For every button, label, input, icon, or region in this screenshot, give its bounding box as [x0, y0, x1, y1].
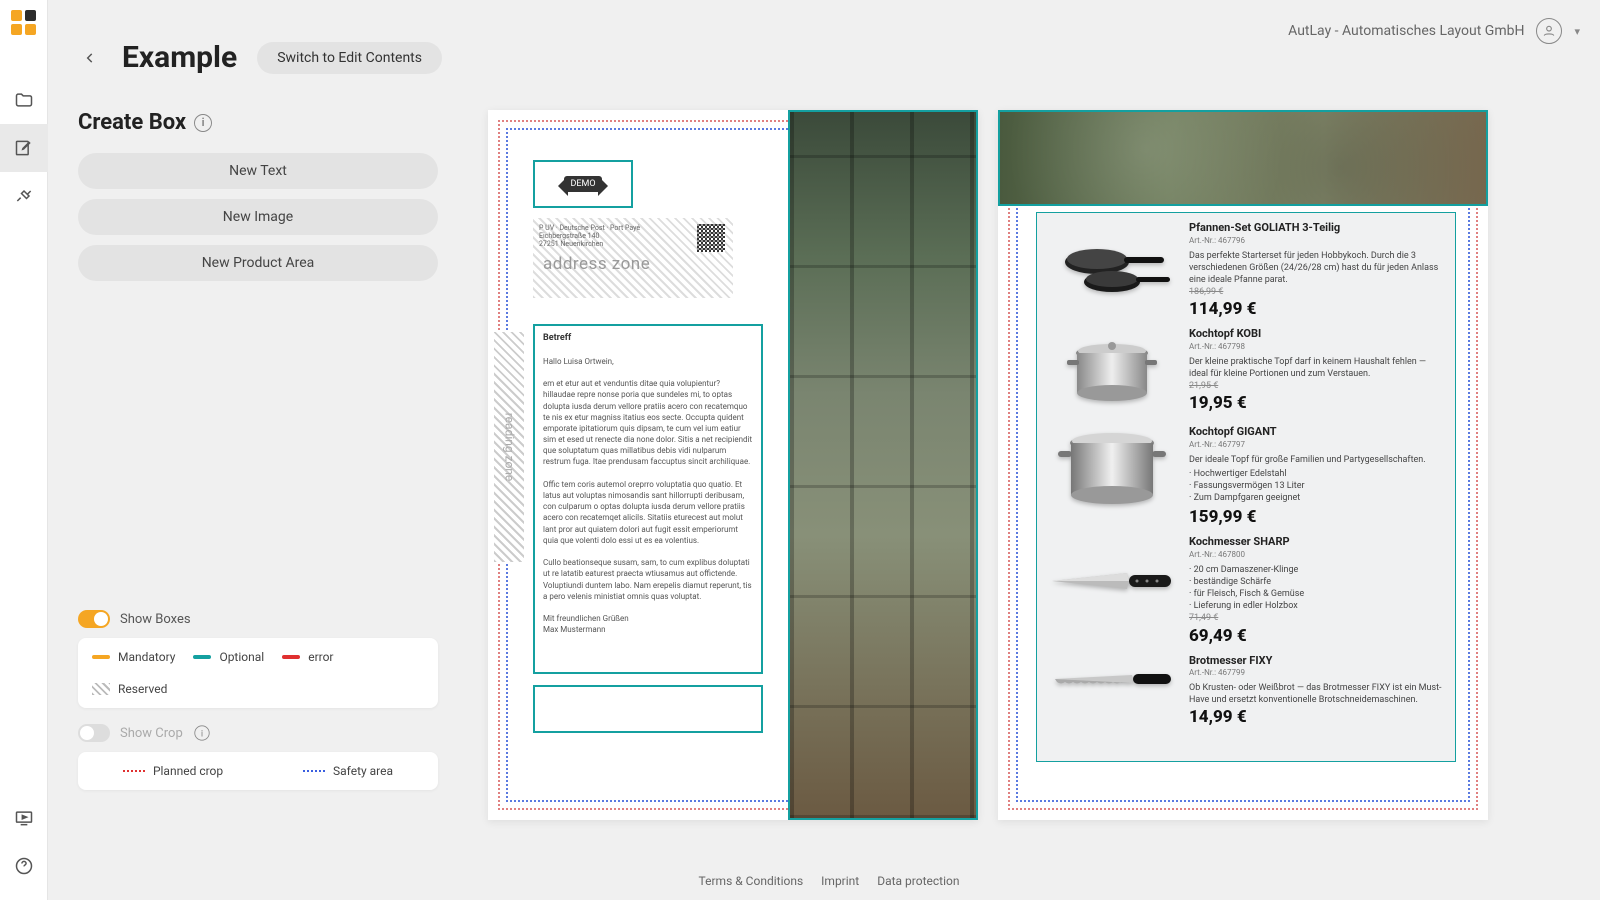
reserved-swatch — [92, 683, 110, 695]
product-image-knife — [1047, 535, 1177, 627]
reserved-zone: reading zone — [494, 332, 524, 562]
page-left[interactable]: reading zone DEMO P UV · Deutsche Post ·… — [488, 110, 978, 820]
chevron-down-icon[interactable]: ▾ — [1574, 25, 1580, 38]
legend-panel: Show Boxes Mandatory Optional error Rese… — [78, 610, 438, 806]
nav-plug-icon[interactable] — [0, 172, 48, 220]
safety-area-swatch — [303, 770, 325, 772]
mandatory-swatch — [92, 655, 110, 659]
info-icon[interactable]: i — [194, 725, 209, 740]
product-row: Brotmesser FIXY Art.-Nr.: 467799 Ob Krus… — [1047, 654, 1445, 730]
product-image-pans — [1047, 221, 1177, 313]
error-swatch — [282, 655, 300, 659]
footer-data[interactable]: Data protection — [877, 874, 959, 888]
banner-image-box[interactable] — [998, 110, 1488, 206]
product-row: Kochmesser SHARP Art.-Nr.: 467800 · 20 c… — [1047, 535, 1445, 647]
optional-swatch — [193, 655, 211, 659]
page-header: Example Switch to Edit Contents — [78, 40, 1580, 75]
show-boxes-label: Show Boxes — [120, 612, 191, 627]
new-image-button[interactable]: New Image — [78, 199, 438, 235]
address-zone-box[interactable]: P UV · Deutsche Post · Port Payé Eichber… — [533, 218, 733, 298]
show-crop-label: Show Crop — [120, 726, 183, 741]
letter-text-box[interactable]: Betreff Hallo Luisa Ortwein, em et etur … — [533, 324, 763, 674]
new-product-area-button[interactable]: New Product Area — [78, 245, 438, 281]
page-title: Example — [122, 40, 237, 75]
box-legend: Mandatory Optional error Reserved — [78, 638, 438, 708]
nav-play-icon[interactable] — [0, 794, 48, 842]
company-name: AutLay - Automatisches Layout GmbH — [1288, 23, 1524, 39]
empty-box[interactable] — [533, 685, 763, 733]
demo-badge: DEMO — [564, 176, 601, 192]
product-row: Kochtopf GIGANT Art.-Nr.: 467797 Der ide… — [1047, 425, 1445, 529]
crop-legend: Planned crop Safety area — [78, 752, 438, 790]
product-image-pot-large — [1047, 425, 1177, 517]
footer-imprint[interactable]: Imprint — [821, 874, 859, 888]
show-crop-toggle[interactable] — [78, 724, 110, 742]
show-boxes-toggle[interactable] — [78, 610, 110, 628]
page-right[interactable]: Pfannen-Set GOLIATH 3-Teilig Art.-Nr.: 4… — [998, 110, 1488, 820]
nav-edit-icon[interactable] — [0, 124, 48, 172]
product-image-bread-knife — [1047, 654, 1177, 704]
back-button[interactable] — [78, 46, 102, 70]
section-title: Create Box — [78, 110, 186, 135]
logo-box[interactable]: DEMO — [533, 160, 633, 208]
footer-links: Terms & Conditions Imprint Data protecti… — [699, 874, 960, 888]
app-logo — [11, 10, 37, 36]
address-zone-label: address zone — [543, 254, 650, 274]
new-text-button[interactable]: New Text — [78, 153, 438, 189]
footer-terms[interactable]: Terms & Conditions — [699, 874, 804, 888]
product-row: Pfannen-Set GOLIATH 3-Teilig Art.-Nr.: 4… — [1047, 221, 1445, 321]
product-area-box[interactable]: Pfannen-Set GOLIATH 3-Teilig Art.-Nr.: 4… — [1036, 212, 1456, 762]
switch-mode-button[interactable]: Switch to Edit Contents — [257, 42, 442, 74]
product-image-pot-small — [1047, 327, 1177, 419]
layout-canvas: reading zone DEMO P UV · Deutsche Post ·… — [488, 110, 1498, 830]
planned-crop-swatch — [123, 770, 145, 772]
nav-help-icon[interactable] — [0, 842, 48, 890]
create-box-panel: Create Box i New Text New Image New Prod… — [78, 110, 438, 291]
hero-image-box[interactable] — [788, 110, 978, 820]
info-icon[interactable]: i — [194, 114, 212, 132]
app-sidebar — [0, 0, 48, 900]
nav-folder-icon[interactable] — [0, 76, 48, 124]
product-row: Kochtopf KOBI Art.-Nr.: 467798 Der klein… — [1047, 327, 1445, 419]
